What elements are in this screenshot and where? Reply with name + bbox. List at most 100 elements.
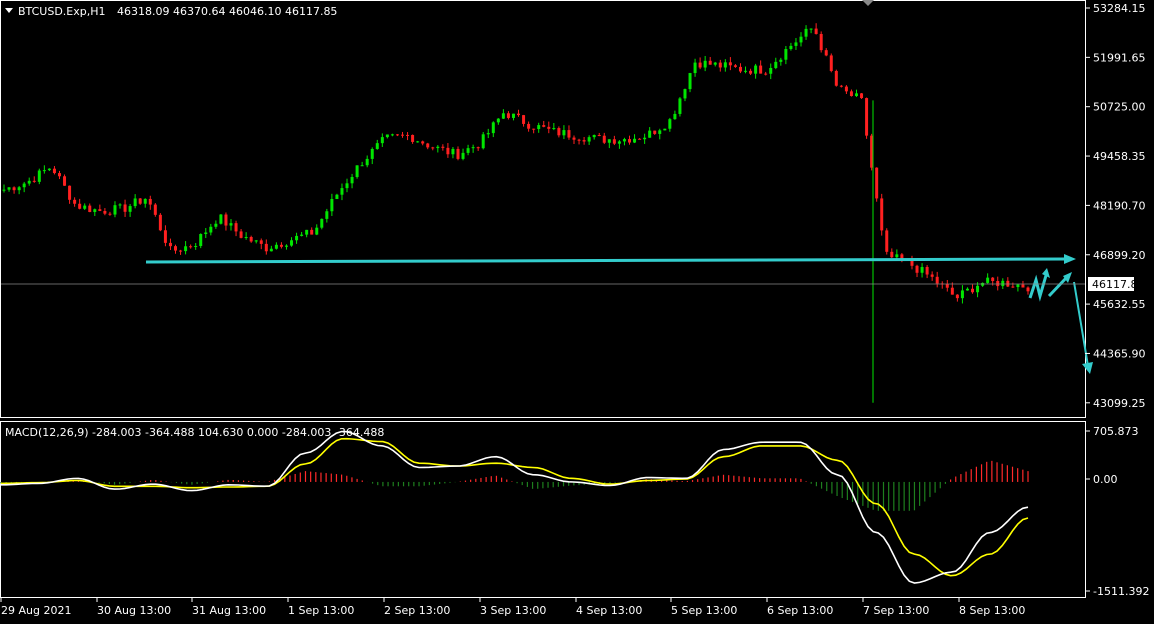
candle-body <box>925 267 929 275</box>
chart-window[interactable]: BTCUSD.Exp,H1 46318.09 46370.64 46046.10… <box>0 0 1154 620</box>
candle-body <box>617 141 621 144</box>
candle-body <box>754 65 758 74</box>
candle-body <box>648 130 652 138</box>
candle-body <box>965 288 969 291</box>
candle-body <box>189 246 193 248</box>
candle-body <box>915 265 919 273</box>
candle-body <box>955 294 959 299</box>
candle-body <box>819 33 823 51</box>
candle-body <box>325 211 329 219</box>
candle-body <box>451 148 455 155</box>
support-trend-line[interactable] <box>145 257 1069 264</box>
candle-body <box>577 139 581 141</box>
candle-body <box>168 242 172 247</box>
candle-body <box>63 176 67 186</box>
candle-body <box>1026 287 1030 292</box>
candle-body <box>370 148 374 159</box>
candle-body <box>769 67 773 74</box>
candle-body <box>174 246 178 251</box>
candle-body <box>47 168 51 171</box>
candle-body <box>1021 284 1025 288</box>
candle-body <box>335 194 339 200</box>
price-tick-label: 43099.25 <box>1093 397 1146 410</box>
candle-body <box>431 147 435 149</box>
candle-body <box>365 158 369 166</box>
candle-body <box>688 73 692 90</box>
menu-dropdown-icon[interactable] <box>5 8 13 13</box>
candle-body <box>138 198 142 204</box>
candle-body <box>895 254 899 258</box>
candle-body <box>305 229 309 235</box>
candle-body <box>199 234 203 246</box>
candle-body <box>849 91 853 97</box>
candle-body <box>749 70 753 74</box>
candle-body <box>229 223 233 226</box>
candle-body <box>814 28 818 34</box>
candle-body <box>486 133 490 135</box>
candle-body <box>602 135 606 143</box>
candle-body <box>184 246 188 252</box>
time-tick-label: 1 Sep 13:00 <box>288 604 354 617</box>
candle-body <box>779 59 783 62</box>
candle-body <box>340 188 344 195</box>
price-tick-label: 46899.20 <box>1093 249 1146 262</box>
candle-body <box>658 130 662 134</box>
candle-body <box>22 183 26 188</box>
candle-body <box>143 198 147 204</box>
candle-body <box>1001 280 1005 287</box>
candle-body <box>279 244 283 247</box>
candle-body <box>572 137 576 140</box>
candle-body <box>204 232 208 235</box>
macd-indicator-label: MACD(12,26,9) -284.003 -364.488 104.630 … <box>5 426 384 439</box>
candle-body <box>52 168 56 174</box>
candle-body <box>254 240 258 242</box>
candle-body <box>607 139 611 143</box>
time-tick-label: 2 Sep 13:00 <box>384 604 450 617</box>
candle-body <box>194 245 198 247</box>
candle-body <box>547 126 551 129</box>
time-tick-label: 6 Sep 13:00 <box>767 604 833 617</box>
chart-canvas[interactable]: BTCUSD.Exp,H1 46318.09 46370.64 46046.10… <box>0 0 1154 620</box>
candle-body <box>385 134 389 138</box>
candle-body <box>350 177 354 184</box>
price-axis[interactable]: 53284.15 51991.65 50725.00 49458.35 48190.70… <box>1085 2 1146 410</box>
candle-body <box>501 113 505 119</box>
macd-tick-label: 0.00 <box>1093 473 1118 486</box>
candle-body <box>829 55 833 71</box>
current-price-label: 46117.85 <box>1092 278 1145 291</box>
candle-body <box>885 230 889 252</box>
candle-body <box>996 281 1000 287</box>
time-tick-label: 7 Sep 13:00 <box>863 604 929 617</box>
candle-body <box>723 62 727 68</box>
candle-body <box>542 125 546 127</box>
candle-body <box>395 134 399 136</box>
candle-body <box>517 113 521 116</box>
candle-body <box>945 283 949 288</box>
macd-main-line <box>1 430 1029 584</box>
macd-axis[interactable]: 705.873 0.00 -1511.392 <box>1085 425 1149 598</box>
candle-body <box>148 198 152 205</box>
candle-body <box>804 28 808 37</box>
candle-body <box>315 227 319 235</box>
candle-body <box>683 89 687 99</box>
candle-body <box>88 205 92 213</box>
candle-body <box>411 134 415 142</box>
projection-zigzag-1 <box>1028 271 1049 302</box>
candle-body <box>627 139 631 143</box>
candle-body <box>93 209 97 213</box>
candle-body <box>522 115 526 124</box>
candle-body <box>42 170 46 172</box>
candle-body <box>244 236 248 238</box>
candle-body <box>744 70 748 72</box>
macd-tick-label: 705.873 <box>1093 425 1139 438</box>
candle-body <box>390 134 394 136</box>
candle-body <box>421 141 425 144</box>
candle-body <box>214 223 218 227</box>
candle-body <box>32 180 36 182</box>
candle-body <box>78 203 82 209</box>
time-axis[interactable]: 29 Aug 2021 30 Aug 13:00 31 Aug 13:00 1 Sep… <box>0 598 1025 617</box>
time-tick-label: 4 Sep 13:00 <box>576 604 642 617</box>
candle-body <box>567 130 571 138</box>
candle-body <box>2 189 6 191</box>
macd-tick-label: -1511.392 <box>1093 585 1149 598</box>
